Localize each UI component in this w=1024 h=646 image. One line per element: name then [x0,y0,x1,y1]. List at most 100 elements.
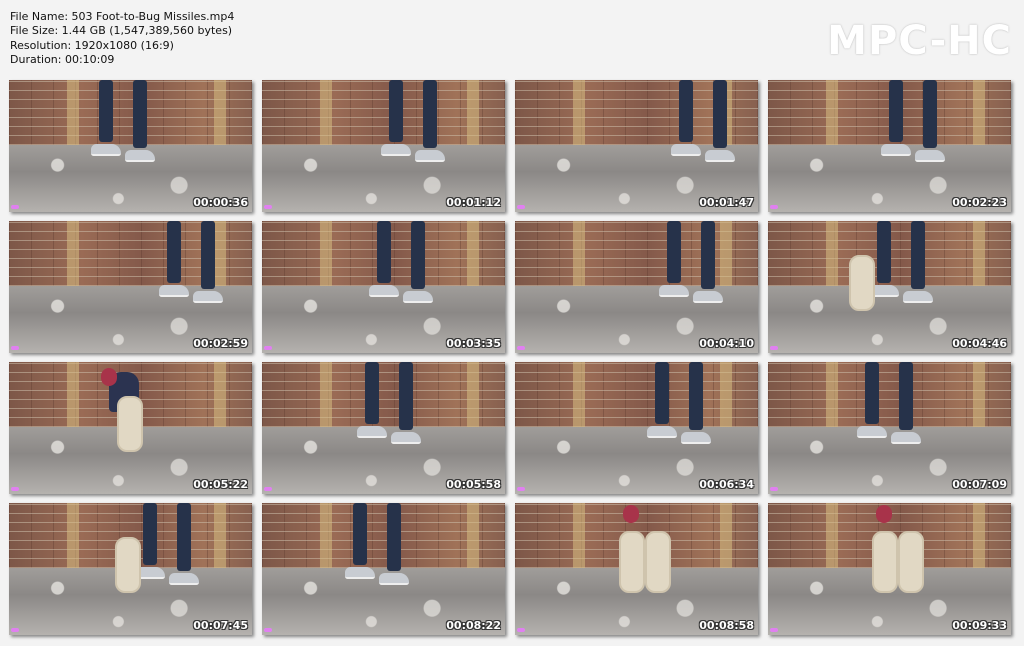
watermark-icon [517,628,525,632]
sneaker-image [379,573,409,585]
sneaker-image [403,291,433,303]
brick-wall-image [262,362,505,427]
thumbnail[interactable]: 00:03:35 [262,221,505,353]
hair-image [876,505,892,523]
sneaker-image [125,150,155,162]
leg-image [389,80,403,142]
shoe-sole-image [645,531,671,593]
thumbnail[interactable]: 00:02:23 [768,80,1011,212]
leg-image [377,221,391,283]
brick-wall-image [9,221,252,286]
shoe-sole-image [115,537,141,593]
watermark-icon [264,628,272,632]
leg-image [143,503,157,565]
brick-wall-image [768,362,1011,427]
watermark-icon [11,628,19,632]
timestamp: 00:00:36 [193,196,248,209]
brick-wall-image [515,362,758,427]
leg-image [399,362,413,430]
thumbnail[interactable]: 00:02:59 [9,221,252,353]
watermark-icon [770,346,778,350]
watermark-icon [11,487,19,491]
thumbnail[interactable]: 00:07:45 [9,503,252,635]
timestamp: 00:08:58 [699,619,754,632]
sneaker-image [391,432,421,444]
sneaker-image [159,285,189,297]
thumbnail[interactable]: 00:08:22 [262,503,505,635]
leg-image [923,80,937,148]
brick-wall-image [515,221,758,286]
thumbnail[interactable]: 00:00:36 [9,80,252,212]
timestamp: 00:07:45 [193,619,248,632]
shoe-sole-image [872,531,898,593]
shoe-sole-image [117,396,143,452]
leg-image [889,80,903,142]
timestamp: 00:02:59 [193,337,248,350]
watermark-icon [264,205,272,209]
brick-wall-image [262,503,505,568]
watermark-icon [264,487,272,491]
leg-image [201,221,215,289]
leg-image [689,362,703,430]
thumbnail[interactable]: 00:05:58 [262,362,505,494]
thumbnail[interactable]: 00:07:09 [768,362,1011,494]
timestamp: 00:09:33 [952,619,1007,632]
leg-image [387,503,401,571]
timestamp: 00:05:58 [446,478,501,491]
hair-image [101,368,117,386]
timestamp: 00:01:12 [446,196,501,209]
leg-image [177,503,191,571]
leg-image [167,221,181,283]
leg-image [353,503,367,565]
sneaker-image [671,144,701,156]
timestamp: 00:01:47 [699,196,754,209]
sneaker-image [193,291,223,303]
sneaker-image [345,567,375,579]
thumbnail[interactable]: 00:06:34 [515,362,758,494]
thumbnail[interactable]: 00:05:22 [9,362,252,494]
shoe-sole-image [898,531,924,593]
thumbnail[interactable]: 00:01:47 [515,80,758,212]
leg-image [911,221,925,289]
sneaker-image [915,150,945,162]
thumbnail[interactable]: 00:09:33 [768,503,1011,635]
leg-image [423,80,437,148]
leg-image [713,80,727,148]
leg-image [899,362,913,430]
sneaker-image [881,144,911,156]
watermark-icon [11,205,19,209]
leg-image [701,221,715,289]
leg-image [877,221,891,283]
shoe-sole-image [849,255,875,311]
thumbnail[interactable]: 00:04:46 [768,221,1011,353]
leg-image [655,362,669,424]
timestamp: 00:02:23 [952,196,1007,209]
sneaker-image [91,144,121,156]
thumbnail[interactable]: 00:01:12 [262,80,505,212]
watermark-icon [770,487,778,491]
sneaker-image [857,426,887,438]
timestamp: 00:04:10 [699,337,754,350]
timestamp: 00:03:35 [446,337,501,350]
sneaker-image [415,150,445,162]
sneaker-image [369,285,399,297]
watermark-icon [770,628,778,632]
sneaker-image [647,426,677,438]
leg-image [679,80,693,142]
leg-image [667,221,681,283]
leg-image [411,221,425,289]
thumbnail[interactable]: 00:08:58 [515,503,758,635]
watermark-icon [517,205,525,209]
brick-wall-image [9,80,252,145]
sneaker-image [681,432,711,444]
leg-image [865,362,879,424]
timestamp: 00:05:22 [193,478,248,491]
timestamp: 00:08:22 [446,619,501,632]
sneaker-image [357,426,387,438]
watermark-icon [11,346,19,350]
thumbnail[interactable]: 00:04:10 [515,221,758,353]
timestamp: 00:04:46 [952,337,1007,350]
sneaker-image [659,285,689,297]
watermark-icon [264,346,272,350]
hair-image [623,505,639,523]
